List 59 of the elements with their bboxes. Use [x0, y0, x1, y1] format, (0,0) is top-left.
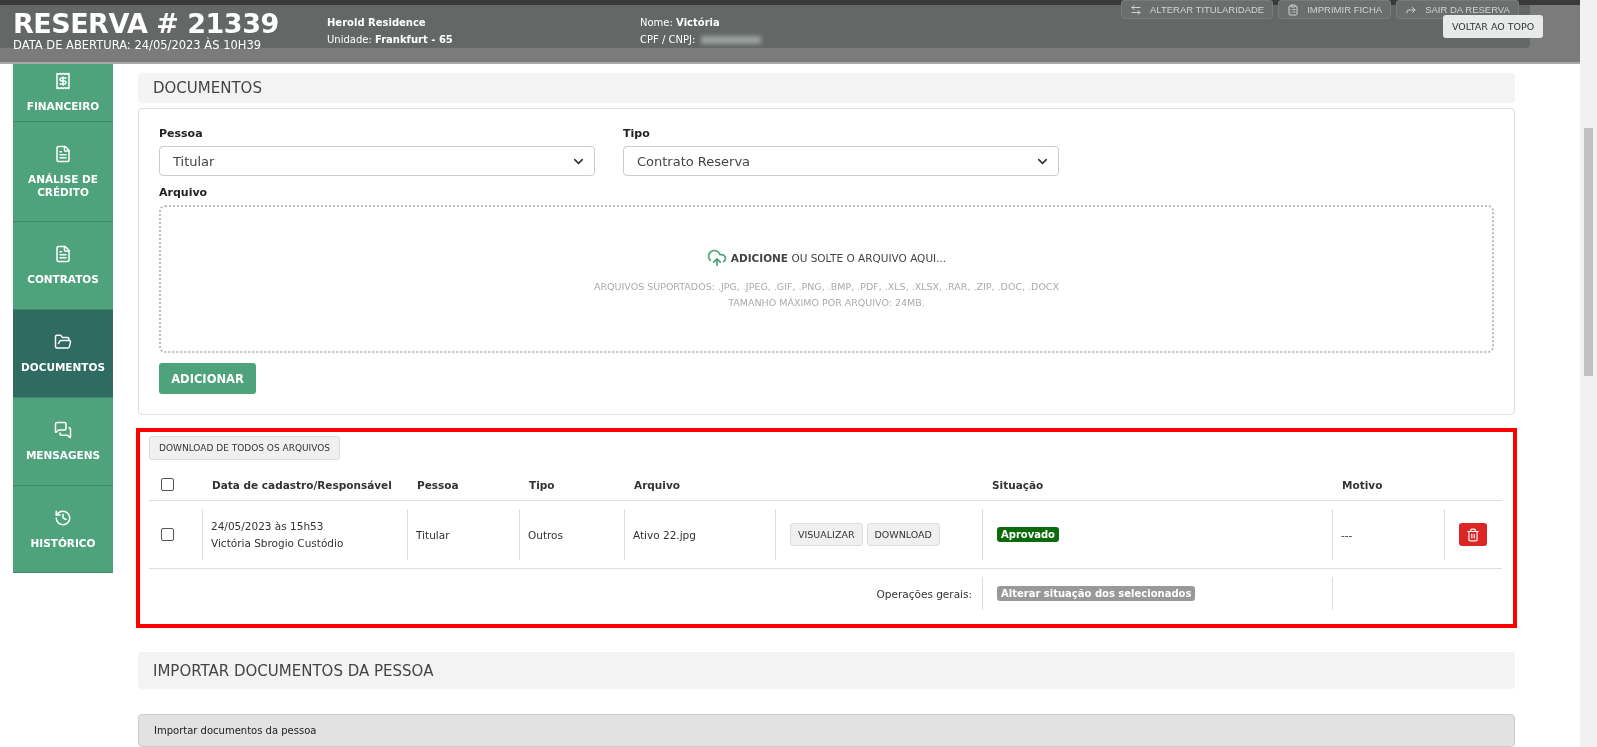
cpf-label: CPF / CNPJ: [640, 34, 940, 45]
table-cell: Outros [528, 528, 564, 541]
section-header: DOCUMENTOS [138, 73, 1515, 103]
status-badge: Aprovado [997, 527, 1059, 542]
sidebar-item[interactable]: HISTÓRICO [13, 486, 113, 573]
footer-label: Operações gerais: [876, 587, 972, 600]
property-name: Herold Residence [327, 17, 427, 28]
sidebar-item[interactable]: CONTRATOS [13, 222, 113, 310]
clipboard-icon [1287, 3, 1300, 16]
delete-button[interactable] [1459, 523, 1487, 546]
back-to-top-button[interactable]: VOLTAR AO TOPO [1443, 15, 1544, 38]
trash-icon [1466, 527, 1480, 542]
column-header: Situação [992, 478, 1044, 491]
download-button[interactable]: DOWNLOAD [866, 523, 940, 546]
document-icon [54, 245, 72, 263]
table-cell: Victória Sbrogio Custódio [211, 537, 344, 549]
scrollbar[interactable] [1580, 0, 1597, 747]
upload-cloud-icon [706, 248, 727, 268]
view-button[interactable]: VISUALIZAR [790, 523, 863, 546]
dropzone-prompt: ADICIONE OU SOLTE O ARQUIVO AQUI... [730, 252, 947, 264]
file-dropzone[interactable]: ADICIONE OU SOLTE O ARQUIVO AQUI... ARQUIVOS SUPORTADOS: .JPG, .JPEG, .GIF, .PNG, .BMP, .PDF, .XLS, .XLSX, .RAR, .ZIP, .DOC, .DOCX TAMANHO MÁXIMO POR ARQUIVO: 24MB. [159, 205, 1494, 353]
table-cell: Titular [416, 528, 450, 541]
column-header: Tipo [529, 478, 555, 491]
unit-info: Unidade: Frankfurt - 65 [327, 34, 454, 45]
field-label: Arquivo [159, 186, 209, 199]
sidebar-item[interactable]: MENSAGENS [13, 398, 113, 486]
import-bar[interactable]: Importar documentos da pessoa [138, 714, 1515, 747]
table-cell: Ativo 22.jpg [633, 528, 696, 541]
section-header: IMPORTAR DOCUMENTOS DA PESSOA [138, 652, 1515, 689]
table-cell: 24/05/2023 às 15h53 [211, 520, 324, 532]
folder-icon [54, 333, 72, 351]
field-label: Pessoa [159, 127, 204, 140]
sidebar-item[interactable]: DOCUMENTOS [13, 310, 113, 398]
header-action-button[interactable]: ALTERAR TITULARIDADE [1121, 0, 1274, 19]
add-button[interactable]: ADICIONAR [159, 363, 256, 394]
column-header: Arquivo [634, 478, 680, 491]
history-icon [54, 508, 72, 527]
field-label: Tipo [623, 127, 651, 140]
sidebar-item[interactable]: ANÁLISE DE CRÉDITO [13, 122, 113, 222]
supported-formats: ARQUIVOS SUPORTADOS: .JPG, .JPEG, .GIF, .PNG, .BMP, .PDF, .XLS, .XLSX, .RAR, .ZIP, .DOC, .DOCX [594, 280, 1059, 294]
download-all-button[interactable]: DOWNLOAD DE TODOS OS ARQUIVOS [149, 436, 341, 460]
max-size: TAMANHO MÁXIMO POR ARQUIVO: 24MB. [728, 296, 925, 310]
receipt-icon [54, 72, 72, 90]
client-name: Nome: Victória [640, 17, 721, 28]
table-cell: --- [1341, 528, 1353, 541]
document-icon [54, 144, 72, 163]
select-all-checkbox[interactable] [161, 478, 174, 491]
row-checkbox[interactable] [161, 528, 174, 541]
column-header: Data de cadastro/Responsável [212, 478, 392, 491]
swap-icon [1130, 3, 1142, 16]
column-header: Pessoa [417, 478, 459, 491]
opening-date: DATA DE ABERTURA: 24/05/2023 ÀS 10H39 [13, 39, 263, 52]
type-select[interactable]: Contrato Reserva [623, 146, 1059, 176]
header-action-button[interactable]: IMPRIMIR FICHA [1278, 0, 1392, 19]
person-select[interactable]: Titular [159, 146, 595, 176]
change-status-button[interactable]: Alterar situação dos selecionados [997, 586, 1196, 601]
column-header: Motivo [1342, 478, 1383, 491]
chat-icon [54, 421, 72, 439]
sidebar-item[interactable]: FINANCEIRO [13, 64, 113, 122]
